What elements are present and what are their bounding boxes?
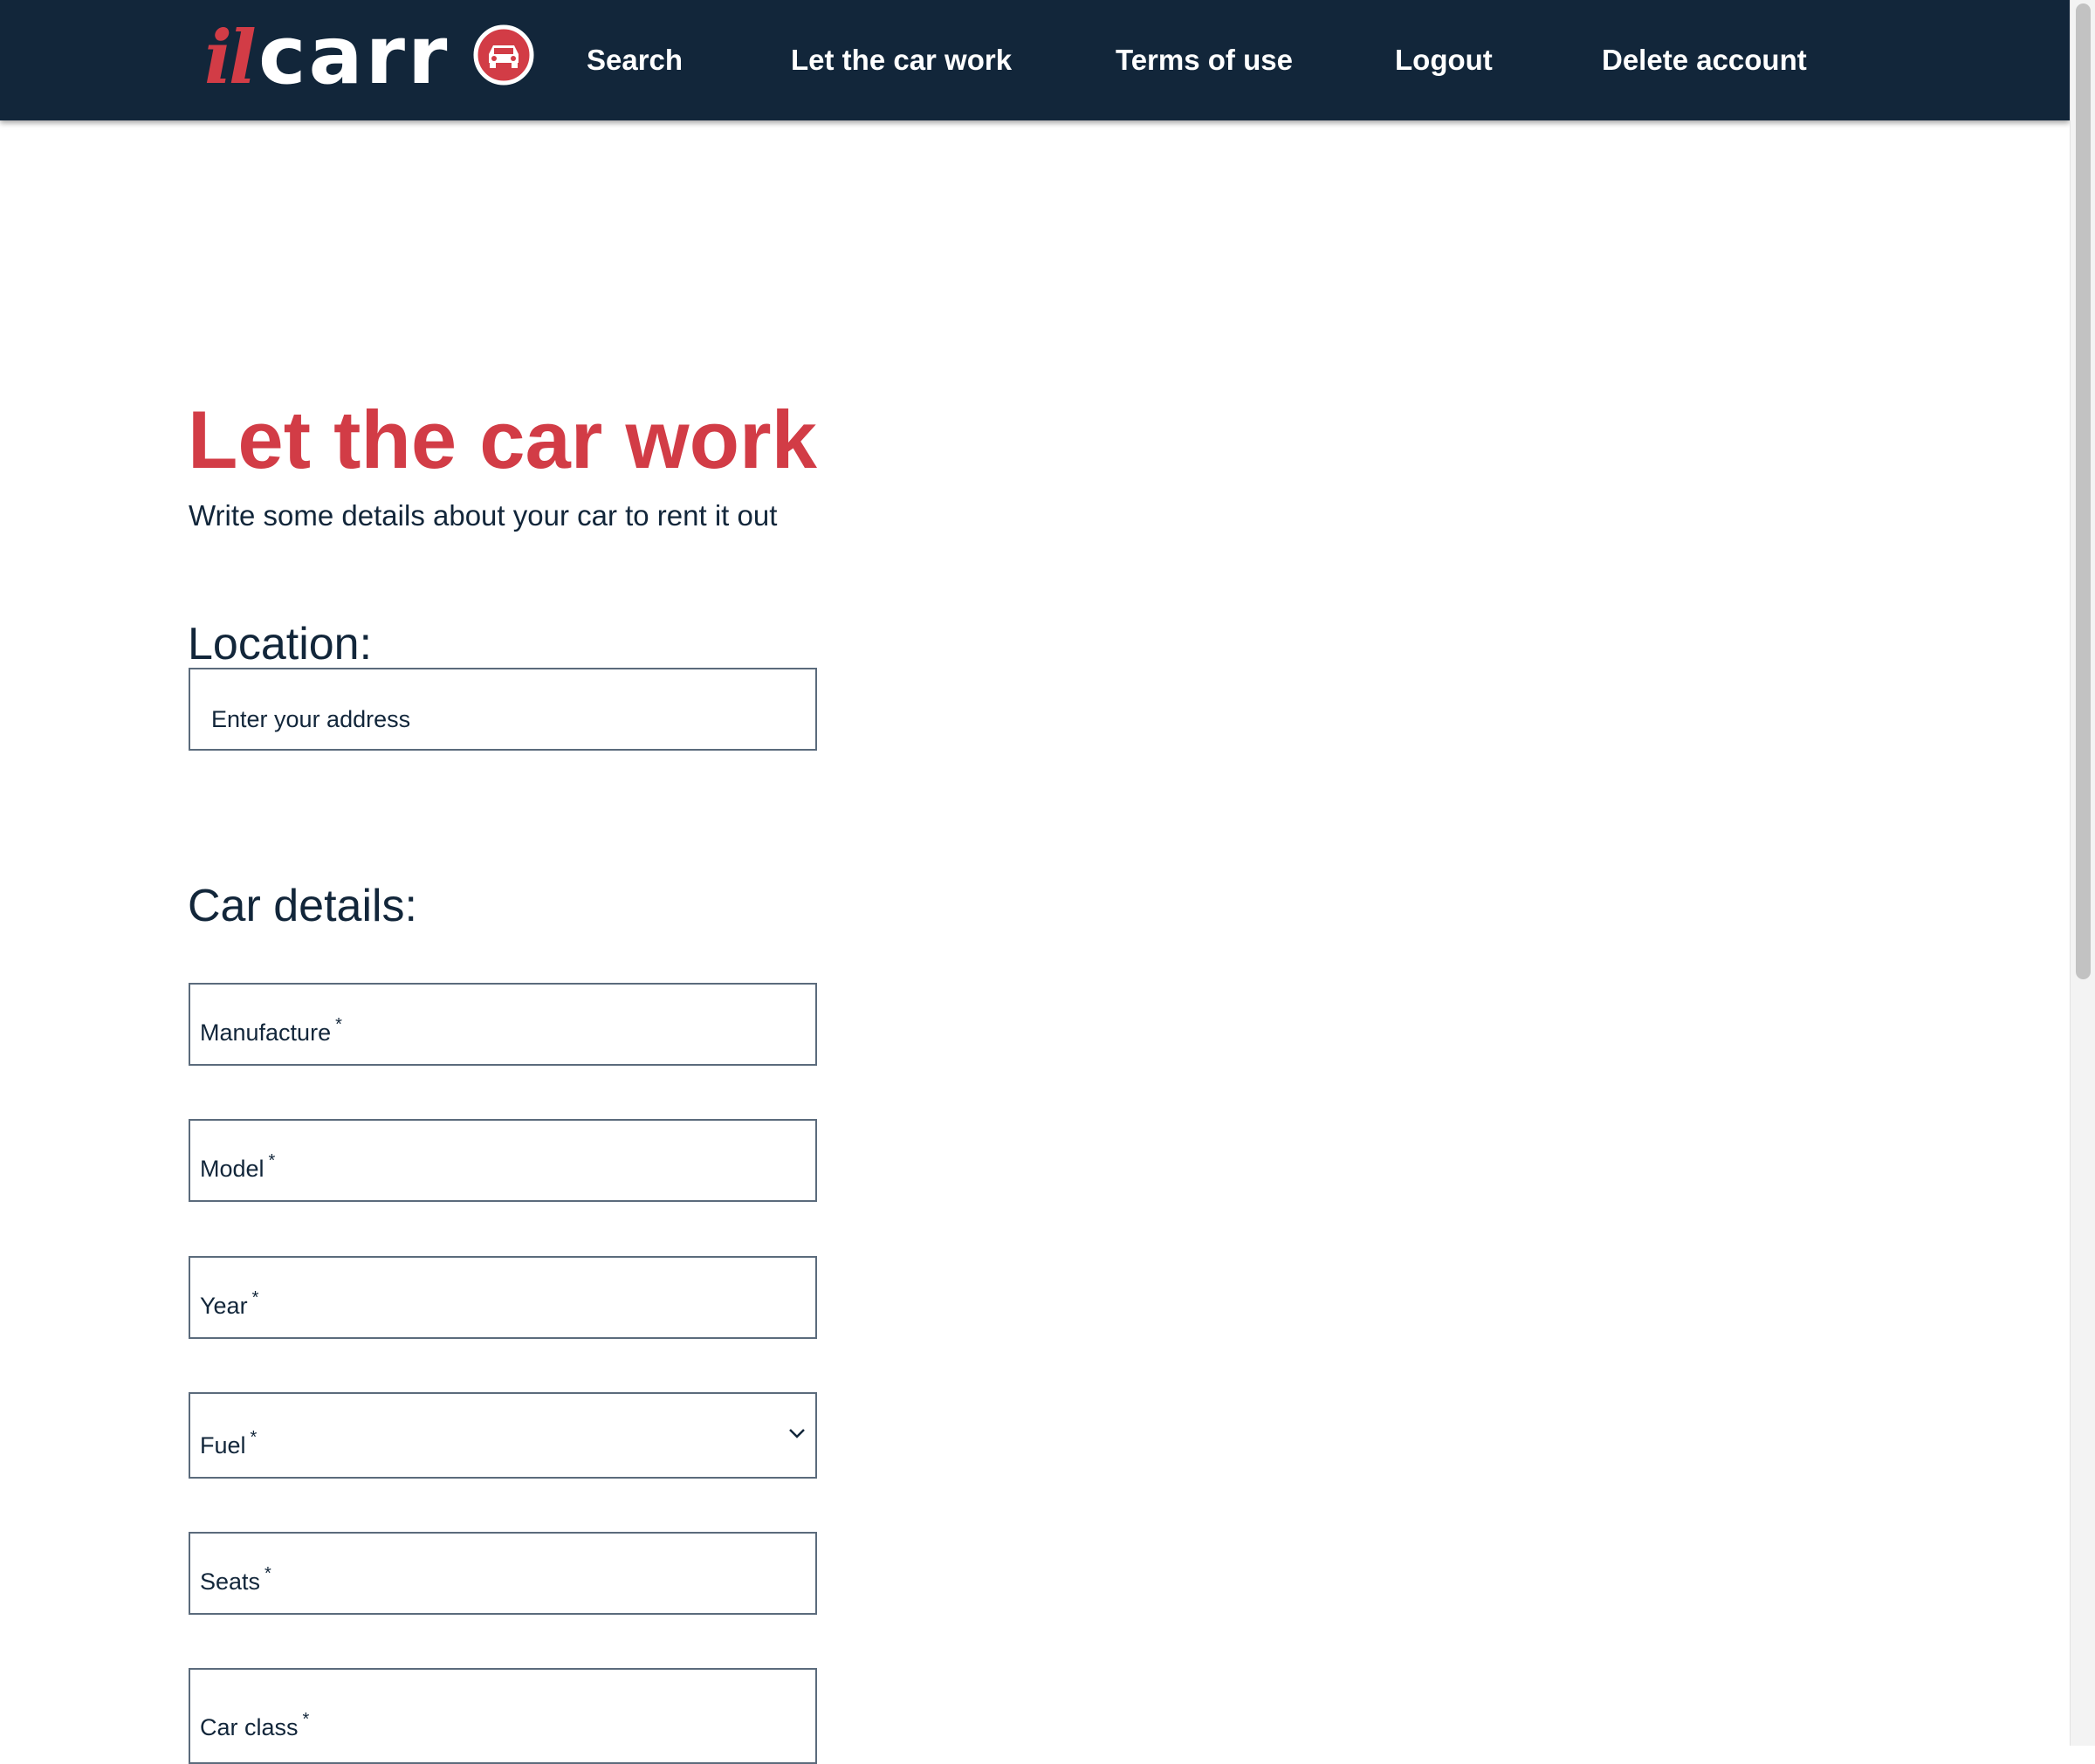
car-details-heading: Car details:: [188, 881, 417, 931]
required-asterisk: *: [250, 1428, 258, 1447]
fuel-label: Fuel *: [200, 1428, 258, 1459]
car-class-label: Car class *: [200, 1710, 310, 1740]
page-scrollbar[interactable]: [2070, 0, 2095, 1746]
nav-search-link[interactable]: Search: [587, 0, 683, 120]
year-label: Year *: [200, 1288, 259, 1319]
fuel-select[interactable]: Fuel *: [189, 1392, 817, 1479]
model-label: Model *: [200, 1151, 276, 1182]
model-input[interactable]: Model *: [189, 1119, 817, 1202]
car-class-input[interactable]: Car class *: [189, 1668, 817, 1764]
logo-il-text: il: [204, 14, 257, 100]
scrollbar-thumb[interactable]: [2076, 3, 2091, 979]
address-input[interactable]: Enter your address: [189, 668, 817, 751]
nav-delete-account-link[interactable]: Delete account: [1602, 0, 1807, 120]
year-input[interactable]: Year *: [189, 1256, 817, 1339]
chevron-down-icon[interactable]: [787, 1427, 807, 1439]
page-subtitle: Write some details about your car to ren…: [189, 499, 778, 532]
address-placeholder: Enter your address: [211, 706, 411, 732]
location-heading: Location:: [188, 619, 373, 669]
logo-carr-text: carr: [258, 9, 450, 102]
seats-label: Seats *: [200, 1564, 271, 1595]
manufacture-input[interactable]: Manufacture *: [189, 983, 817, 1066]
manufacture-label: Manufacture *: [200, 1015, 342, 1046]
nav-logout-link[interactable]: Logout: [1395, 0, 1493, 120]
required-asterisk: *: [264, 1564, 271, 1583]
required-asterisk: *: [302, 1710, 310, 1729]
top-navigation-bar: il carr Search Let the car work Terms of…: [0, 0, 2070, 120]
required-asterisk: *: [335, 1015, 342, 1034]
required-asterisk: *: [268, 1151, 276, 1170]
car-icon: [473, 24, 534, 86]
nav-let-the-car-work-link[interactable]: Let the car work: [791, 0, 1012, 120]
page-title: Let the car work: [188, 394, 817, 485]
required-asterisk: *: [251, 1288, 259, 1308]
ilcarro-logo[interactable]: il carr: [204, 9, 536, 102]
seats-input[interactable]: Seats *: [189, 1532, 817, 1615]
nav-terms-of-use-link[interactable]: Terms of use: [1116, 0, 1293, 120]
